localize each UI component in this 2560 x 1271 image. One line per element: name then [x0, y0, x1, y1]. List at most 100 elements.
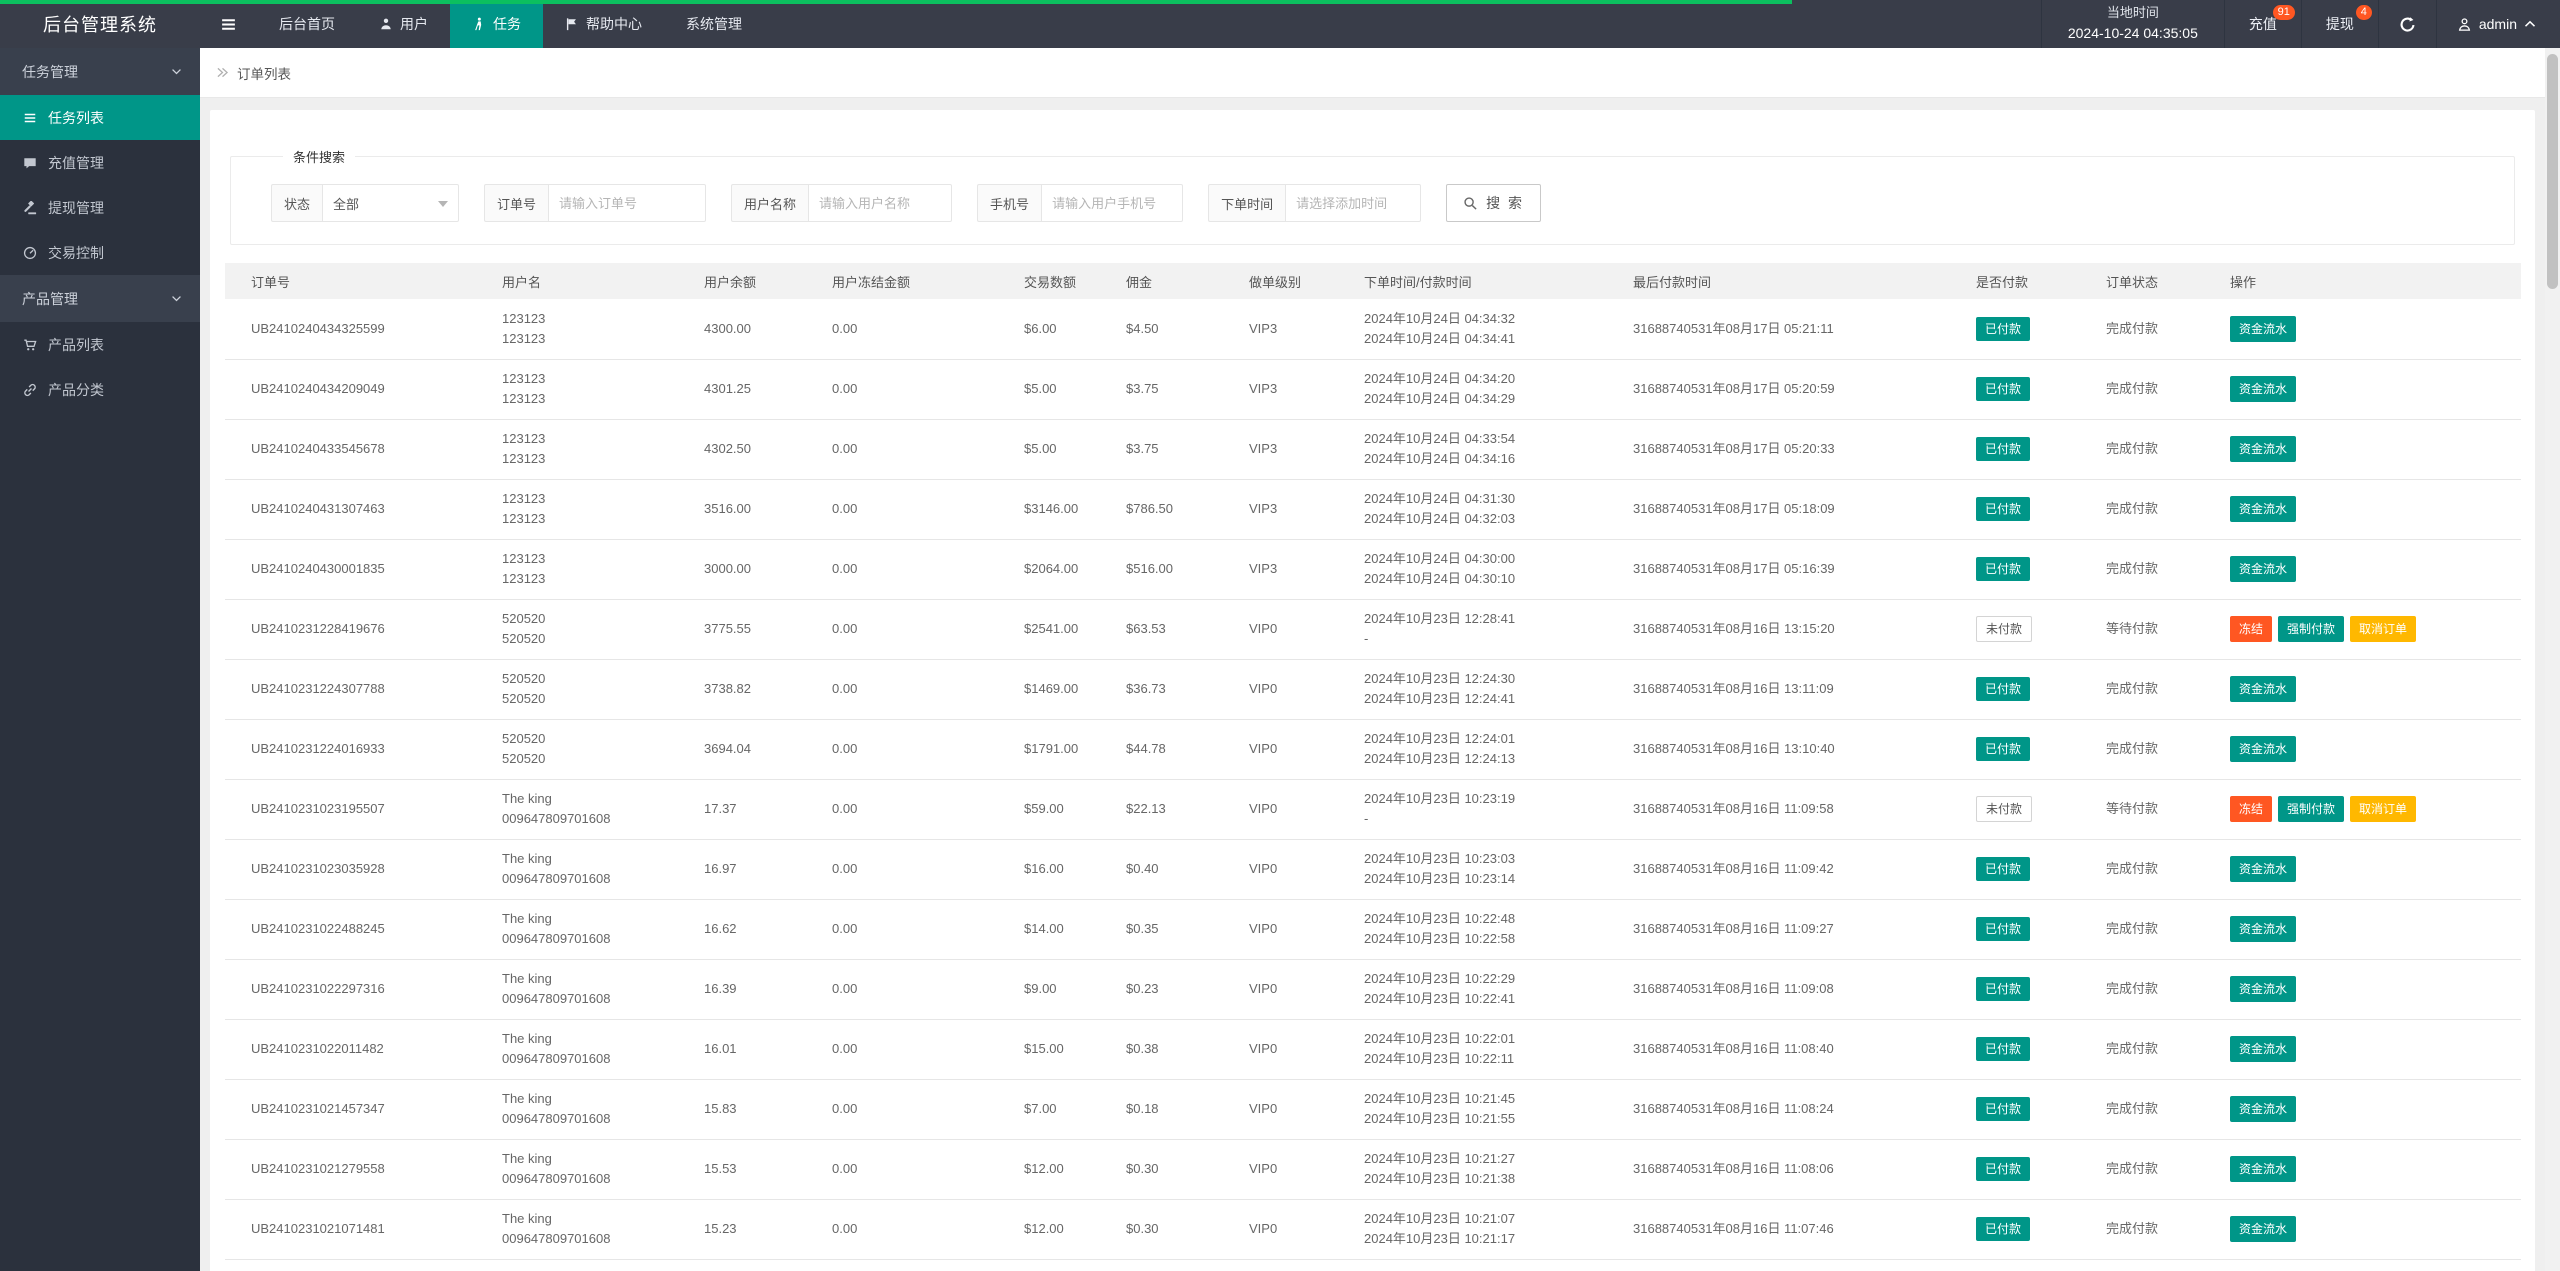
username-line1: The king — [502, 790, 552, 806]
cell-paid: 已付款 — [1966, 1199, 2096, 1260]
scrollbar-thumb[interactable] — [2547, 54, 2558, 289]
cell-level: VIP0 — [1239, 839, 1354, 900]
cell-order-no: UB2410231021071481 — [225, 1199, 492, 1260]
order-time: 2024年10月23日 10:23:19 — [1364, 790, 1516, 806]
message-icon — [22, 156, 38, 170]
nav-item-2[interactable]: 任务 — [450, 0, 543, 48]
pay-time: 2024年10月23日 10:21:55 — [1364, 1111, 1516, 1126]
cell-last-pay-time: 31688740531年08月16日 13:10:40 — [1623, 719, 1966, 780]
cell-actions: 资金流水 — [2220, 299, 2521, 360]
flow-button[interactable]: 资金流水 — [2230, 676, 2297, 702]
cell-status: 完成付款 — [2096, 1019, 2220, 1080]
table-body: UB2410240434325599 123123 123123 4300.00 0.0… — [225, 299, 2521, 1271]
cell-order-no: UB2410240434209049 — [225, 359, 492, 420]
cell-status: 完成付款 — [2096, 959, 2220, 1020]
cell-username: The king 009647809701608 — [492, 899, 694, 960]
loading-progress-bar — [0, 0, 1792, 4]
order-no-input[interactable] — [548, 184, 707, 222]
status-select[interactable]: 全部 — [322, 184, 460, 222]
nav-item-1[interactable]: 用户 — [357, 0, 450, 48]
cancel-button[interactable]: 取消订单 — [2350, 616, 2417, 642]
sidebar-item-0-2[interactable]: 提现管理 — [0, 185, 200, 230]
order-time: 2024年10月23日 12:28:41 — [1364, 610, 1516, 626]
sidebar-item-0-1[interactable]: 充值管理 — [0, 140, 200, 185]
sidebar-toggle-button[interactable] — [200, 0, 257, 48]
flow-button[interactable]: 资金流水 — [2230, 736, 2297, 762]
notification-badge: 4 — [2355, 5, 2372, 20]
username-line1: The king — [502, 1150, 552, 1166]
cell-amount: $1791.00 — [1014, 719, 1116, 780]
flow-button[interactable]: 资金流水 — [2230, 976, 2297, 1002]
pay-time: 2024年10月23日 10:21:38 — [1364, 1171, 1516, 1186]
force-button[interactable]: 强制付款 — [2278, 796, 2345, 822]
order-time-input[interactable] — [1285, 184, 1422, 222]
nav-item-0[interactable]: 后台首页 — [257, 0, 357, 48]
paid-badge: 已付款 — [1976, 437, 2031, 461]
flow-button[interactable]: 资金流水 — [2230, 1216, 2297, 1242]
username-input[interactable] — [808, 184, 953, 222]
username-line2: 123123 — [502, 571, 546, 586]
cell-level: VIP3 — [1239, 359, 1354, 420]
user-menu[interactable]: admin — [2437, 0, 2560, 48]
quick-item-0[interactable]: 充值 91 — [2225, 0, 2302, 48]
flow-button[interactable]: 资金流水 — [2230, 856, 2297, 882]
cell-actions: 资金流水 — [2220, 479, 2521, 540]
username-line1: The king — [502, 970, 552, 986]
nav-item-4[interactable]: 系统管理 — [664, 0, 764, 48]
sidebar-item-0-0[interactable]: 任务列表 — [0, 95, 200, 140]
vertical-scrollbar[interactable] — [2545, 48, 2560, 1271]
cancel-button[interactable]: 取消订单 — [2350, 796, 2417, 822]
flow-button[interactable]: 资金流水 — [2230, 1036, 2297, 1062]
topbar-quick-items: 充值 91 提现 4 — [2225, 0, 2379, 48]
nav-item-3[interactable]: 帮助中心 — [543, 0, 664, 48]
cell-status: 完成付款 — [2096, 539, 2220, 600]
cell-last-pay-time: 31688740531年08月17日 05:20:59 — [1623, 359, 1966, 420]
cell-username: 123123 123123 — [492, 359, 694, 420]
sidebar-item-1-0[interactable]: 产品列表 — [0, 322, 200, 367]
search-button[interactable]: 搜 索 — [1446, 184, 1541, 222]
refresh-button[interactable] — [2379, 0, 2437, 48]
sidebar-group-0[interactable]: 任务管理 — [0, 48, 200, 95]
cell-commission: $4.50 — [1116, 299, 1239, 360]
freeze-button[interactable]: 冻结 — [2230, 616, 2273, 642]
cell-balance: 3775.55 — [694, 599, 822, 660]
sidebar-group-1[interactable]: 产品管理 — [0, 275, 200, 322]
username-line1: The king — [502, 1090, 552, 1106]
flow-button[interactable]: 资金流水 — [2230, 556, 2297, 582]
flow-button[interactable]: 资金流水 — [2230, 496, 2297, 522]
cell-actions: 资金流水 — [2220, 899, 2521, 960]
admin-user-icon — [2457, 17, 2472, 32]
flow-button[interactable]: 资金流水 — [2230, 436, 2297, 462]
pay-time: 2024年10月23日 12:24:41 — [1364, 691, 1516, 706]
cell-amount: $12.00 — [1014, 1139, 1116, 1200]
table-row: UB2410231021457347 The king 00964780970160… — [225, 1079, 2521, 1140]
search-form: 状态 全部 订单号 用户名称 手机号 — [271, 184, 2494, 222]
cell-username: The king 009647809701608 — [492, 839, 694, 900]
cell-order-time: 2024年10月23日 12:28:41 - — [1354, 599, 1623, 660]
quick-item-1[interactable]: 提现 4 — [2302, 0, 2379, 48]
sidebar: 任务管理 任务列表 充值管理 提现管理 交易控制 产品管理 产品列表 产品分类 — [0, 48, 200, 1271]
flow-button[interactable]: 资金流水 — [2230, 916, 2297, 942]
paid-badge: 已付款 — [1976, 316, 2031, 341]
cell-paid: 已付款 — [1966, 1259, 2096, 1271]
cell-commission: $22.13 — [1116, 779, 1239, 840]
flow-button[interactable]: 资金流水 — [2230, 1096, 2297, 1122]
cell-balance: 16.97 — [694, 839, 822, 900]
cell-order-no: UB2410240433545678 — [225, 419, 492, 480]
cell-amount: $2064.00 — [1014, 539, 1116, 600]
force-button[interactable]: 强制付款 — [2278, 616, 2345, 642]
cell-level: VIP0 — [1239, 659, 1354, 720]
sidebar-item-1-1[interactable]: 产品分类 — [0, 367, 200, 412]
username-line2: 009647809701608 — [502, 871, 611, 886]
cell-order-time: 2024年10月24日 04:34:32 2024年10月24日 04:34:41 — [1354, 299, 1623, 360]
sidebar-item-0-3[interactable]: 交易控制 — [0, 230, 200, 275]
cell-order-time: 2024年10月24日 04:30:00 2024年10月24日 04:30:10 — [1354, 539, 1623, 600]
cell-order-no: UB2410240430001835 — [225, 539, 492, 600]
phone-input[interactable] — [1041, 184, 1184, 222]
flow-button[interactable]: 资金流水 — [2230, 376, 2297, 402]
link-icon — [22, 383, 38, 397]
flow-button[interactable]: 资金流水 — [2230, 315, 2297, 342]
order-time-filter-group: 下单时间 — [1208, 184, 1422, 222]
freeze-button[interactable]: 冻结 — [2230, 796, 2273, 822]
flow-button[interactable]: 资金流水 — [2230, 1156, 2297, 1182]
